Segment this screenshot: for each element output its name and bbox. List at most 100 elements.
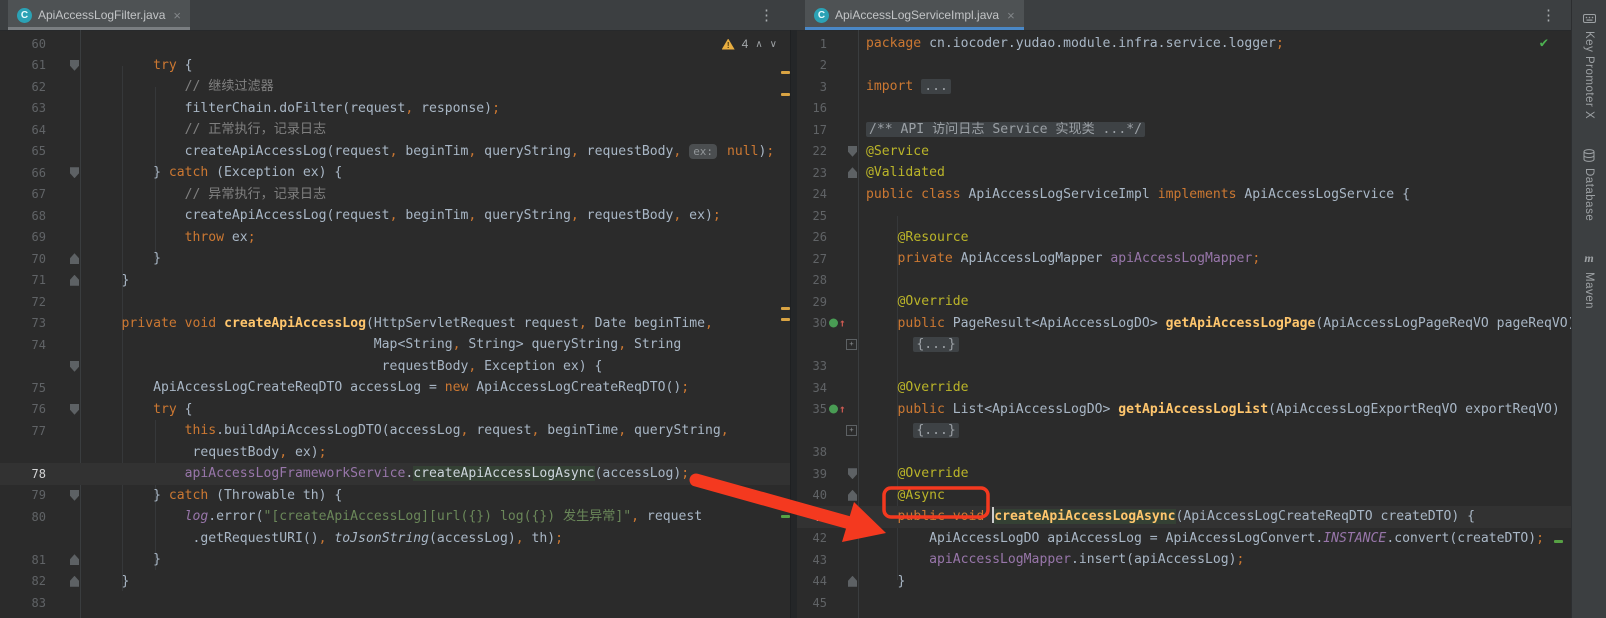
scrollbar-warning-mark[interactable] — [781, 318, 790, 321]
code-text[interactable]: @Resource — [858, 227, 969, 249]
code-text[interactable]: createApiAccessLog(request, beginTim, qu… — [80, 141, 774, 163]
line-number[interactable]: 29 — [797, 295, 827, 309]
code-text[interactable]: @Override — [858, 463, 969, 485]
line-number[interactable]: 17 — [797, 123, 827, 137]
line-number[interactable]: 26 — [797, 230, 827, 244]
line-number[interactable]: 43 — [797, 553, 827, 567]
code-line-row[interactable]: .getRequestURI(), toJsonString(accessLog… — [0, 528, 790, 550]
code-line-row[interactable]: 79 } catch (Throwable th) { — [0, 485, 790, 507]
code-text[interactable]: requestBody, ex); — [80, 442, 327, 464]
code-line-row[interactable]: + {...} — [797, 334, 1572, 356]
code-line-row[interactable]: 26 @Resource — [797, 227, 1572, 249]
code-text[interactable]: } — [858, 571, 905, 593]
line-number[interactable]: 23 — [797, 166, 827, 180]
line-number[interactable]: 81 — [0, 553, 46, 567]
line-number[interactable]: 77 — [0, 424, 46, 438]
fold-marker-icon[interactable] — [70, 576, 79, 587]
inspections-widget[interactable]: ! 4 ∧ ∨ — [722, 37, 777, 51]
code-line-row[interactable]: 66 } catch (Exception ex) { — [0, 162, 790, 184]
line-number[interactable]: 16 — [797, 101, 827, 115]
fold-marker-icon[interactable] — [70, 253, 79, 264]
line-number[interactable]: 45 — [797, 596, 827, 610]
code-line-row[interactable]: 39 @Override — [797, 463, 1572, 485]
code-line-row[interactable]: 33 — [797, 356, 1572, 378]
line-number[interactable]: 33 — [797, 359, 827, 373]
fold-marker-icon[interactable] — [70, 490, 79, 501]
toolwindow-key-promoter-x[interactable]: Key Promoter X — [1583, 12, 1596, 119]
code-line-row[interactable]: requestBody, ex); — [0, 442, 790, 464]
line-number[interactable]: 74 — [0, 338, 46, 352]
line-number[interactable]: 63 — [0, 101, 46, 115]
code-text[interactable]: // 正常执行，记录日志 — [80, 119, 326, 141]
override-gutter-icon[interactable]: ↑ — [829, 511, 846, 522]
code-text[interactable]: } catch (Throwable th) { — [80, 485, 342, 507]
code-text[interactable]: createApiAccessLog(request, beginTim, qu… — [80, 205, 721, 227]
scrollbar-changed-lines-mark[interactable] — [1554, 540, 1563, 543]
code-line-row[interactable]: 29 @Override — [797, 291, 1572, 313]
code-text[interactable]: filterChain.doFilter(request, response); — [80, 98, 500, 120]
code-line-row[interactable]: 30↑ public PageResult<ApiAccessLogDO> ge… — [797, 313, 1572, 335]
code-line-row[interactable]: 64 // 正常执行，记录日志 — [0, 119, 790, 141]
line-number[interactable]: 2 — [797, 58, 827, 72]
line-number[interactable]: 3 — [797, 80, 827, 94]
code-text[interactable]: } — [80, 549, 161, 571]
fold-marker-icon[interactable] — [70, 554, 79, 565]
code-line-row[interactable]: 23 @Validated — [797, 162, 1572, 184]
line-number[interactable]: 40 — [797, 488, 827, 502]
code-text[interactable]: apiAccessLogMapper.insert(apiAccessLog); — [858, 549, 1244, 571]
code-text[interactable]: ApiAccessLogDO apiAccessLog = ApiAccessL… — [858, 528, 1544, 550]
code-line-row[interactable]: 38 — [797, 442, 1572, 464]
line-number[interactable]: 27 — [797, 252, 827, 266]
code-line-row[interactable]: 70 } — [0, 248, 790, 270]
code-text[interactable]: this.buildApiAccessLogDTO(accessLog, req… — [80, 420, 729, 442]
code-line-row[interactable]: 2 — [797, 55, 1572, 77]
code-text[interactable]: package cn.iocoder.yudao.module.infra.se… — [858, 33, 1284, 55]
line-number[interactable]: 24 — [797, 187, 827, 201]
code-text[interactable]: try { — [80, 55, 193, 77]
line-number[interactable]: 73 — [0, 316, 46, 330]
code-text[interactable]: log.error("[createApiAccessLog][url({}) … — [80, 506, 702, 528]
code-line-row[interactable]: 77 this.buildApiAccessLogDTO(accessLog, … — [0, 420, 790, 442]
code-text[interactable]: @Validated — [858, 162, 945, 184]
fold-marker-icon[interactable] — [70, 60, 79, 71]
override-gutter-icon[interactable]: ↑ — [829, 404, 846, 415]
tab-apiaccesslogfilter[interactable]: C ApiAccessLogFilter.java × — [8, 0, 190, 30]
toolwindow-maven[interactable]: m Maven — [1583, 251, 1595, 309]
code-text[interactable]: .getRequestURI(), toJsonString(accessLog… — [80, 528, 563, 550]
line-number[interactable]: 62 — [0, 80, 46, 94]
line-number[interactable]: 83 — [0, 596, 46, 610]
line-number[interactable]: 64 — [0, 123, 46, 137]
fold-marker-icon[interactable] — [848, 167, 857, 178]
tab-apiaccesslogserviceimpl[interactable]: C ApiAccessLogServiceImpl.java × — [805, 0, 1024, 30]
code-text[interactable]: @Override — [858, 291, 969, 313]
scrollbar-warning-mark[interactable] — [781, 307, 790, 310]
next-warning-icon[interactable]: ∨ — [770, 39, 777, 50]
code-line-row[interactable]: 3import ... — [797, 76, 1572, 98]
fold-marker-icon[interactable]: + — [846, 425, 857, 436]
code-text[interactable]: ApiAccessLogCreateReqDTO accessLog = new… — [80, 377, 689, 399]
line-number[interactable]: 72 — [0, 295, 46, 309]
code-line-row[interactable]: 72 — [0, 291, 790, 313]
line-number[interactable]: 60 — [0, 37, 46, 51]
code-text[interactable]: private void createApiAccessLog(HttpServ… — [80, 313, 713, 335]
code-line-row[interactable]: 65 createApiAccessLog(request, beginTim,… — [0, 141, 790, 163]
code-line-row[interactable]: 28 — [797, 270, 1572, 292]
fold-marker-icon[interactable] — [848, 576, 857, 587]
code-line-row[interactable]: 60 — [0, 33, 790, 55]
line-number[interactable]: 35 — [797, 402, 827, 416]
scrollbar-warning-mark[interactable] — [781, 93, 790, 96]
override-gutter-icon[interactable]: ↑ — [829, 318, 846, 329]
code-line-row[interactable]: 35↑ public List<ApiAccessLogDO> getApiAc… — [797, 399, 1572, 421]
line-number[interactable]: 1 — [797, 37, 827, 51]
line-number[interactable]: 82 — [0, 574, 46, 588]
code-line-row[interactable]: 80 log.error("[createApiAccessLog][url({… — [0, 506, 790, 528]
code-line-row[interactable]: 63 filterChain.doFilter(request, respons… — [0, 98, 790, 120]
code-text[interactable]: requestBody, Exception ex) { — [80, 356, 602, 378]
line-number[interactable]: 30 — [797, 316, 827, 330]
line-number[interactable]: 71 — [0, 273, 46, 287]
code-line-row[interactable]: 73 private void createApiAccessLog(HttpS… — [0, 313, 790, 335]
code-line-row[interactable]: 34 @Override — [797, 377, 1572, 399]
code-text[interactable]: try { — [80, 399, 193, 421]
code-text[interactable]: @Override — [858, 377, 969, 399]
code-line-row[interactable]: 76 try { — [0, 399, 790, 421]
